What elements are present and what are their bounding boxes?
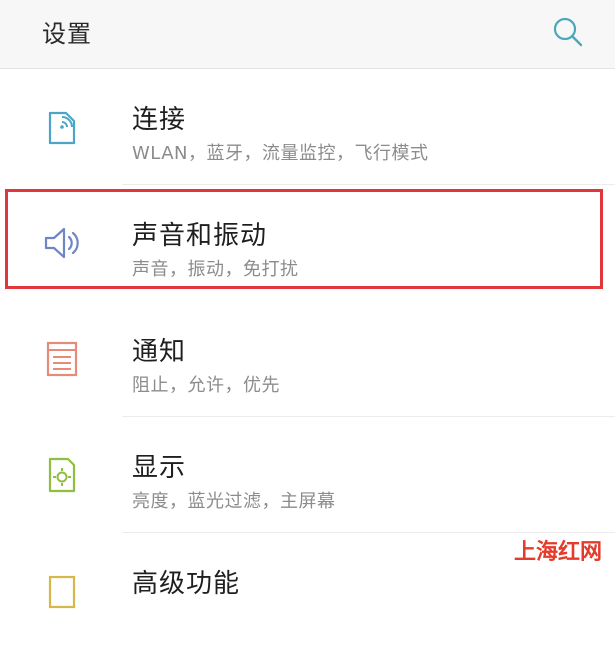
settings-item-subtitle: 亮度，蓝光过滤，主屏幕	[132, 491, 336, 512]
settings-item-label: 高级功能	[132, 569, 241, 599]
app-header: 设置	[0, 0, 615, 69]
page-title: 设置	[42, 20, 92, 48]
search-button[interactable]	[548, 12, 588, 52]
notification-icon	[46, 341, 78, 377]
settings-item-label: 显示	[132, 453, 187, 483]
connection-icon	[48, 111, 76, 145]
search-icon	[553, 17, 583, 47]
settings-item-subtitle: WLAN，蓝牙，流量监控，飞行模式	[132, 143, 429, 164]
volume-icon	[44, 227, 79, 259]
display-icon	[48, 457, 76, 493]
settings-item-sound-vibration[interactable]: 声音和振动 声音，振动，免打扰	[0, 185, 615, 301]
settings-item-subtitle: 声音，振动，免打扰	[132, 259, 299, 280]
settings-item-label: 声音和振动	[132, 221, 268, 251]
settings-item-label: 连接	[132, 105, 187, 135]
settings-item-notifications[interactable]: 通知 阻止，允许，优先	[0, 301, 615, 417]
settings-item-display[interactable]: 显示 亮度，蓝光过滤，主屏幕	[0, 417, 615, 533]
settings-item-connections[interactable]: 连接 WLAN，蓝牙，流量监控，飞行模式	[0, 69, 615, 185]
settings-item-label: 通知	[132, 337, 187, 367]
advanced-icon	[48, 575, 76, 609]
settings-item-subtitle: 阻止，允许，优先	[132, 375, 280, 396]
watermark: 上海红网	[510, 534, 607, 566]
